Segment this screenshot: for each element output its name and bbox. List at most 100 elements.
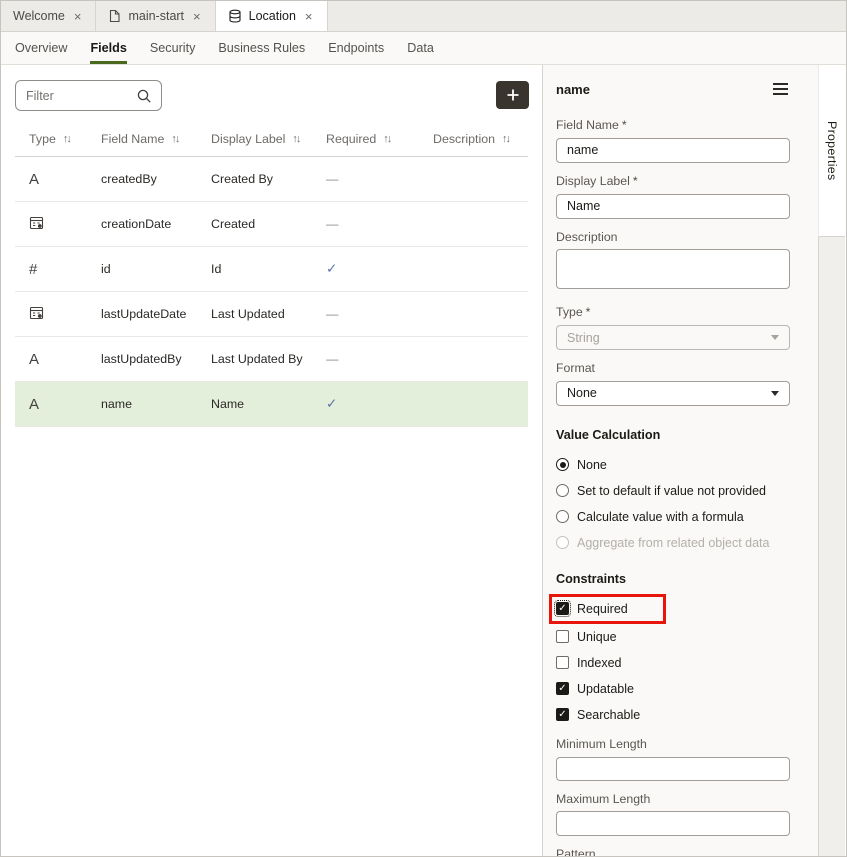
sort-icon[interactable]: ↑↓	[383, 133, 390, 145]
checkbox-icon	[556, 656, 569, 669]
description-input[interactable]	[556, 249, 790, 289]
cell-field-name: creationDate	[101, 217, 211, 231]
page-icon	[108, 9, 121, 23]
text-type-icon: A	[29, 171, 101, 188]
filter-box	[15, 80, 162, 111]
column-header-type[interactable]: Type ↑↓	[29, 132, 101, 146]
checkbox-label: Unique	[577, 630, 617, 644]
required-marker: *	[622, 118, 627, 132]
properties-rail-tab[interactable]: Properties	[818, 65, 845, 237]
minimum-length-label: Minimum Length	[556, 737, 790, 752]
radio-label: Aggregate from related object data	[577, 536, 769, 550]
radio-icon	[556, 510, 569, 523]
close-icon[interactable]: ×	[303, 9, 315, 24]
panel-header: name	[556, 81, 790, 97]
column-header-required[interactable]: Required ↑↓	[326, 132, 433, 146]
filter-input[interactable]	[16, 89, 136, 103]
rail-background	[818, 237, 845, 856]
label-text: Field Name	[556, 118, 619, 132]
cell-display-label: Last Updated	[211, 307, 326, 321]
value-calculation-heading: Value Calculation	[556, 428, 790, 443]
tab-security[interactable]: Security	[150, 32, 196, 64]
checkbox-required[interactable]: Required	[556, 602, 790, 616]
format-select[interactable]: None	[556, 381, 790, 406]
table-row-id[interactable]: # id Id ✓	[15, 247, 528, 292]
sort-icon[interactable]: ↑↓	[502, 133, 509, 145]
tab-overview[interactable]: Overview	[15, 32, 67, 64]
checkbox-label: Updatable	[577, 682, 634, 696]
maximum-length-input[interactable]	[556, 811, 790, 836]
radio-option-formula[interactable]: Calculate value with a formula	[556, 510, 790, 524]
cell-display-label: Id	[211, 262, 326, 276]
checkbox-label: Indexed	[577, 656, 621, 670]
maximum-length-label: Maximum Length	[556, 792, 790, 807]
radio-option-none[interactable]: None	[556, 458, 790, 472]
tab-main-start[interactable]: main-start ×	[96, 1, 215, 31]
checkbox-icon	[556, 630, 569, 643]
tab-data[interactable]: Data	[407, 32, 434, 64]
format-label: Format	[556, 361, 790, 376]
window-tab-bar: Welcome × main-start × Location ×	[1, 1, 846, 32]
object-tab-bar: Overview Fields Security Business Rules …	[1, 32, 846, 65]
type-label: Type*	[556, 305, 790, 320]
checkbox-icon	[556, 682, 569, 695]
cell-required: ✓	[326, 396, 433, 412]
column-label: Type	[29, 132, 56, 146]
checkbox-indexed[interactable]: Indexed	[556, 656, 790, 670]
datetime-type-icon	[29, 215, 101, 233]
cell-field-name: createdBy	[101, 172, 211, 186]
sort-icon[interactable]: ↑↓	[63, 133, 70, 145]
cell-display-label: Name	[211, 397, 326, 411]
table-toolbar	[1, 65, 542, 111]
table-row-lastUpdatedBy[interactable]: A lastUpdatedBy Last Updated By —	[15, 337, 528, 382]
close-icon[interactable]: ×	[191, 9, 203, 24]
tab-business-rules[interactable]: Business Rules	[218, 32, 305, 64]
type-select: String	[556, 325, 790, 350]
radio-option-set-default[interactable]: Set to default if value not provided	[556, 484, 790, 498]
search-icon[interactable]	[136, 88, 161, 104]
cell-field-name: lastUpdatedBy	[101, 352, 211, 366]
table-row-lastUpdateDate[interactable]: lastUpdateDate Last Updated —	[15, 292, 528, 337]
cell-required: —	[326, 352, 433, 366]
cell-required: —	[326, 217, 433, 231]
tab-location[interactable]: Location ×	[216, 1, 328, 31]
cell-display-label: Last Updated By	[211, 352, 326, 366]
field-name-input[interactable]	[556, 138, 790, 163]
display-label-input[interactable]	[556, 194, 790, 219]
tab-welcome[interactable]: Welcome ×	[1, 1, 96, 31]
checkbox-unique[interactable]: Unique	[556, 630, 790, 644]
chevron-down-icon	[771, 391, 779, 396]
menu-icon[interactable]	[771, 81, 790, 97]
pattern-label: Pattern	[556, 847, 790, 856]
select-value: None	[567, 386, 597, 400]
column-header-display-label[interactable]: Display Label ↑↓	[211, 132, 326, 146]
table-row-name[interactable]: A name Name ✓	[15, 382, 528, 427]
column-header-field-name[interactable]: Field Name ↑↓	[101, 132, 211, 146]
radio-icon	[556, 458, 569, 471]
cell-required: —	[326, 172, 433, 186]
label-text: Display Label	[556, 174, 630, 188]
minimum-length-input[interactable]	[556, 757, 790, 781]
tab-fields[interactable]: Fields	[90, 32, 126, 64]
add-field-button[interactable]	[496, 81, 529, 109]
sort-icon[interactable]: ↑↓	[171, 133, 178, 145]
required-marker: *	[586, 305, 591, 319]
checkbox-icon	[556, 708, 569, 721]
checkbox-updatable[interactable]: Updatable	[556, 682, 790, 696]
cell-required: —	[326, 307, 433, 321]
table-row-creationDate[interactable]: creationDate Created —	[15, 202, 528, 247]
checkbox-searchable[interactable]: Searchable	[556, 708, 790, 722]
sort-icon[interactable]: ↑↓	[292, 133, 299, 145]
fields-table: Type ↑↓ Field Name ↑↓ Display Label ↑↓ R…	[15, 132, 528, 427]
tab-endpoints[interactable]: Endpoints	[328, 32, 384, 64]
table-row-createdBy[interactable]: A createdBy Created By —	[15, 157, 528, 202]
properties-rail: Properties	[818, 65, 845, 856]
close-icon[interactable]: ×	[72, 9, 84, 24]
constraints-heading: Constraints	[556, 572, 790, 587]
fields-table-section: Type ↑↓ Field Name ↑↓ Display Label ↑↓ R…	[1, 65, 543, 856]
cell-field-name: lastUpdateDate	[101, 307, 211, 321]
column-header-description[interactable]: Description ↑↓	[433, 132, 528, 146]
column-label: Required	[326, 132, 376, 146]
radio-icon	[556, 536, 569, 549]
column-label: Display Label	[211, 132, 285, 146]
